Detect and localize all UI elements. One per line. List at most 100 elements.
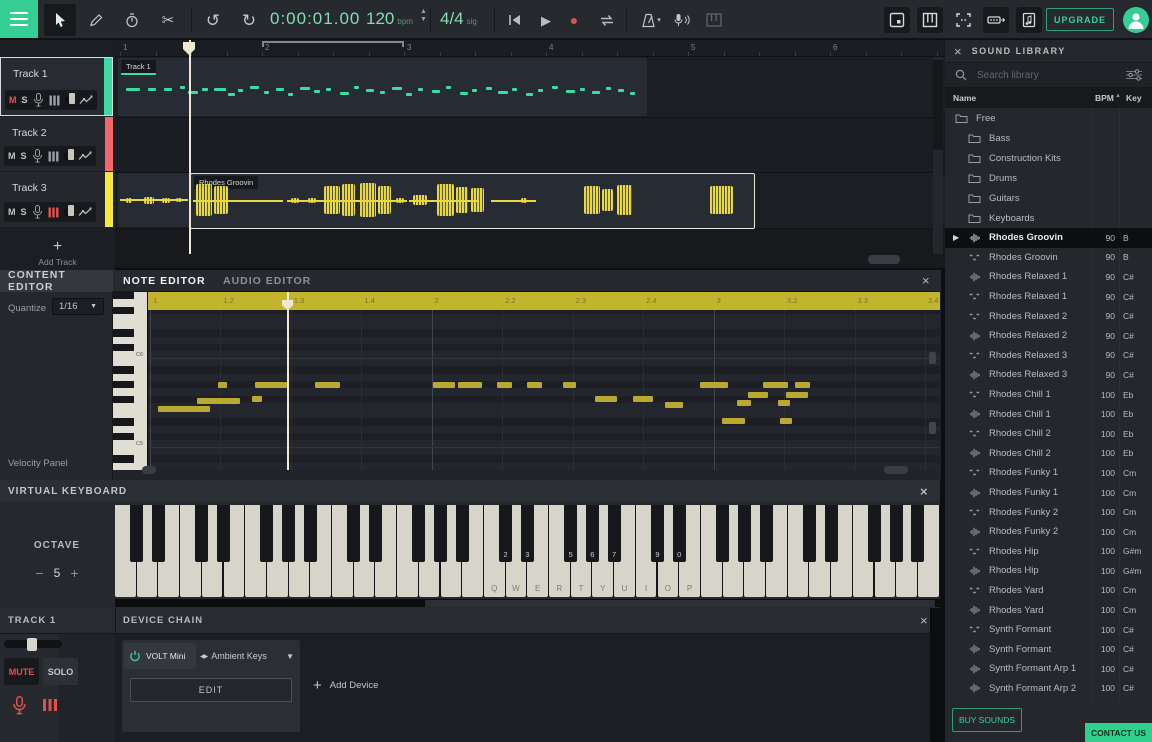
chevron-down-icon[interactable]: ▼ [286,652,298,661]
piano-roll-note[interactable] [252,396,262,402]
close-device-chain-icon[interactable]: × [920,614,928,627]
piano-roll-ruler[interactable]: 11.21.31.422.22.32.433.23.33.4 [148,292,940,310]
midi-clip-track1[interactable]: Track 1 [118,58,647,116]
instrument-device-card[interactable]: VOLT Mini ◀▶ Ambient Keys ▼ EDIT [122,640,300,732]
mute-button[interactable]: MUTE [4,658,39,685]
instrument-settings-button[interactable] [698,4,730,36]
black-key[interactable] [738,505,751,562]
content-editor-label[interactable]: CONTENT EDITOR [0,270,113,292]
time-signature-display[interactable]: 4/4 sig [440,9,477,29]
library-sound-row[interactable]: Rhodes Relaxed 390C# [945,346,1152,366]
power-icon[interactable] [129,650,141,662]
track-instrument-icon[interactable] [48,151,59,162]
library-sound-row[interactable]: Rhodes Relaxed 290C# [945,326,1152,346]
track-mute-button[interactable]: M [9,95,17,105]
keyboard-input-icon[interactable] [42,698,59,713]
library-sound-row[interactable]: Synth Formant Arp 1100C# [945,659,1152,679]
piano-roll-note[interactable] [763,382,788,388]
piano-roll-grid[interactable] [148,310,940,470]
black-key[interactable]: 2 [499,505,512,562]
preset-prev-next-icon[interactable]: ◀▶ [200,653,207,660]
sig-value[interactable]: 4/4 [440,9,464,29]
arrange-horizontal-scroll-handle[interactable] [868,255,900,264]
black-key[interactable] [760,505,773,562]
pan-slider-handle[interactable] [27,638,37,651]
black-key[interactable] [456,505,469,562]
black-key[interactable] [369,505,382,562]
device-chain-toggle[interactable] [983,7,1009,33]
piano-roll-note[interactable] [633,396,653,402]
black-key[interactable] [434,505,447,562]
piano-roll-note[interactable] [780,418,792,424]
loop-button[interactable] [592,4,622,36]
piano-roll-keyboard-strip[interactable]: C6C5 [113,292,148,470]
black-key[interactable] [195,505,208,562]
quantize-dropdown[interactable]: 1/16 ▼ [52,298,104,315]
bpm-display[interactable]: 120 bpm [366,9,413,29]
library-sound-row[interactable]: Rhodes Funky 2100Cm [945,522,1152,542]
tab-audio-editor[interactable]: AUDIO EDITOR [223,270,311,292]
contact-us-button[interactable]: CONTACT US [1085,723,1152,742]
piano-roll-note[interactable] [700,382,728,388]
skip-to-start-button[interactable] [500,4,528,36]
library-sound-row[interactable]: Rhodes Yard100Cm [945,600,1152,620]
track-solo-button[interactable]: S [21,207,27,217]
library-folder-drums[interactable]: Drums [945,168,1152,188]
library-folder-construction-kits[interactable]: Construction Kits [945,148,1152,168]
cursor-tool-button[interactable] [44,4,76,36]
library-sound-row[interactable]: Rhodes Funky 2100Cm [945,502,1152,522]
piano-roll-note[interactable] [786,392,808,398]
track-mic-icon[interactable] [32,205,43,219]
black-key[interactable] [260,505,273,562]
black-key[interactable] [152,505,165,562]
audio-clip-track3-small[interactable] [118,173,190,227]
filter-icon[interactable] [1126,69,1142,81]
library-sound-row[interactable]: Rhodes Yard100Cm [945,581,1152,601]
library-sound-row[interactable]: Rhodes Relaxed 190C# [945,267,1152,287]
tab-note-editor[interactable]: NOTE EDITOR [123,270,206,292]
black-key[interactable]: 6 [586,505,599,562]
piano-roll-note[interactable] [737,400,751,406]
piano-roll-note[interactable] [158,406,210,412]
upgrade-button[interactable]: UPGRADE [1046,8,1114,31]
record-button[interactable]: ● [560,4,588,36]
library-sound-row[interactable]: Rhodes Chill 2100Eb [945,444,1152,464]
device-power-section[interactable]: VOLT Mini [124,643,196,669]
metronome-button[interactable]: ▾ [634,4,668,36]
library-sound-row[interactable]: Synth Formant100C# [945,639,1152,659]
editor-vertical-scroll-handle[interactable] [929,352,936,364]
piano-roll-note[interactable] [795,382,810,388]
black-key[interactable]: 0 [673,505,686,562]
track-mic-icon[interactable] [32,149,43,163]
buy-sounds-button[interactable]: BUY SOUNDS [952,708,1022,732]
track-instrument-icon[interactable] [48,207,59,218]
timeline-ruler[interactable]: 123456 [115,40,945,57]
arrange-vertical-scroll-handle[interactable] [933,60,943,150]
redo-button[interactable]: ↻ [233,4,265,36]
column-bpm[interactable]: BPM [1095,93,1114,103]
library-folder-bass[interactable]: Bass [945,128,1152,148]
track-header-2[interactable]: Track 2MS [0,117,113,171]
black-key[interactable]: 3 [521,505,534,562]
time-display[interactable]: 0:00:01.00 [270,9,360,29]
library-sound-row[interactable]: Synth Formant Arp 2100C# [945,679,1152,699]
piano-roll-note[interactable] [748,392,768,398]
editor-vertical-scroll-handle[interactable] [929,422,936,434]
piano-roll-note[interactable] [595,396,617,402]
library-sound-row[interactable]: Rhodes Chill 2100Eb [945,424,1152,444]
piano-roll-note[interactable] [458,382,482,388]
piano-roll-note[interactable] [197,398,240,404]
black-key[interactable] [347,505,360,562]
black-key[interactable] [803,505,816,562]
track-instrument-icon[interactable] [49,95,60,106]
velocity-panel-label[interactable]: Velocity Panel [8,458,68,469]
black-key[interactable] [716,505,729,562]
sound-library-toggle[interactable] [1016,7,1042,33]
track-volume-slider[interactable] [64,208,73,216]
input-monitoring-button[interactable] [666,4,698,36]
column-name[interactable]: Name [953,93,976,103]
editor-horizontal-scroll-handle[interactable] [884,466,908,474]
close-editor-icon[interactable]: × [922,274,930,287]
track-mute-button[interactable]: M [8,151,16,161]
library-sound-row[interactable]: Rhodes Relaxed 190C# [945,287,1152,307]
